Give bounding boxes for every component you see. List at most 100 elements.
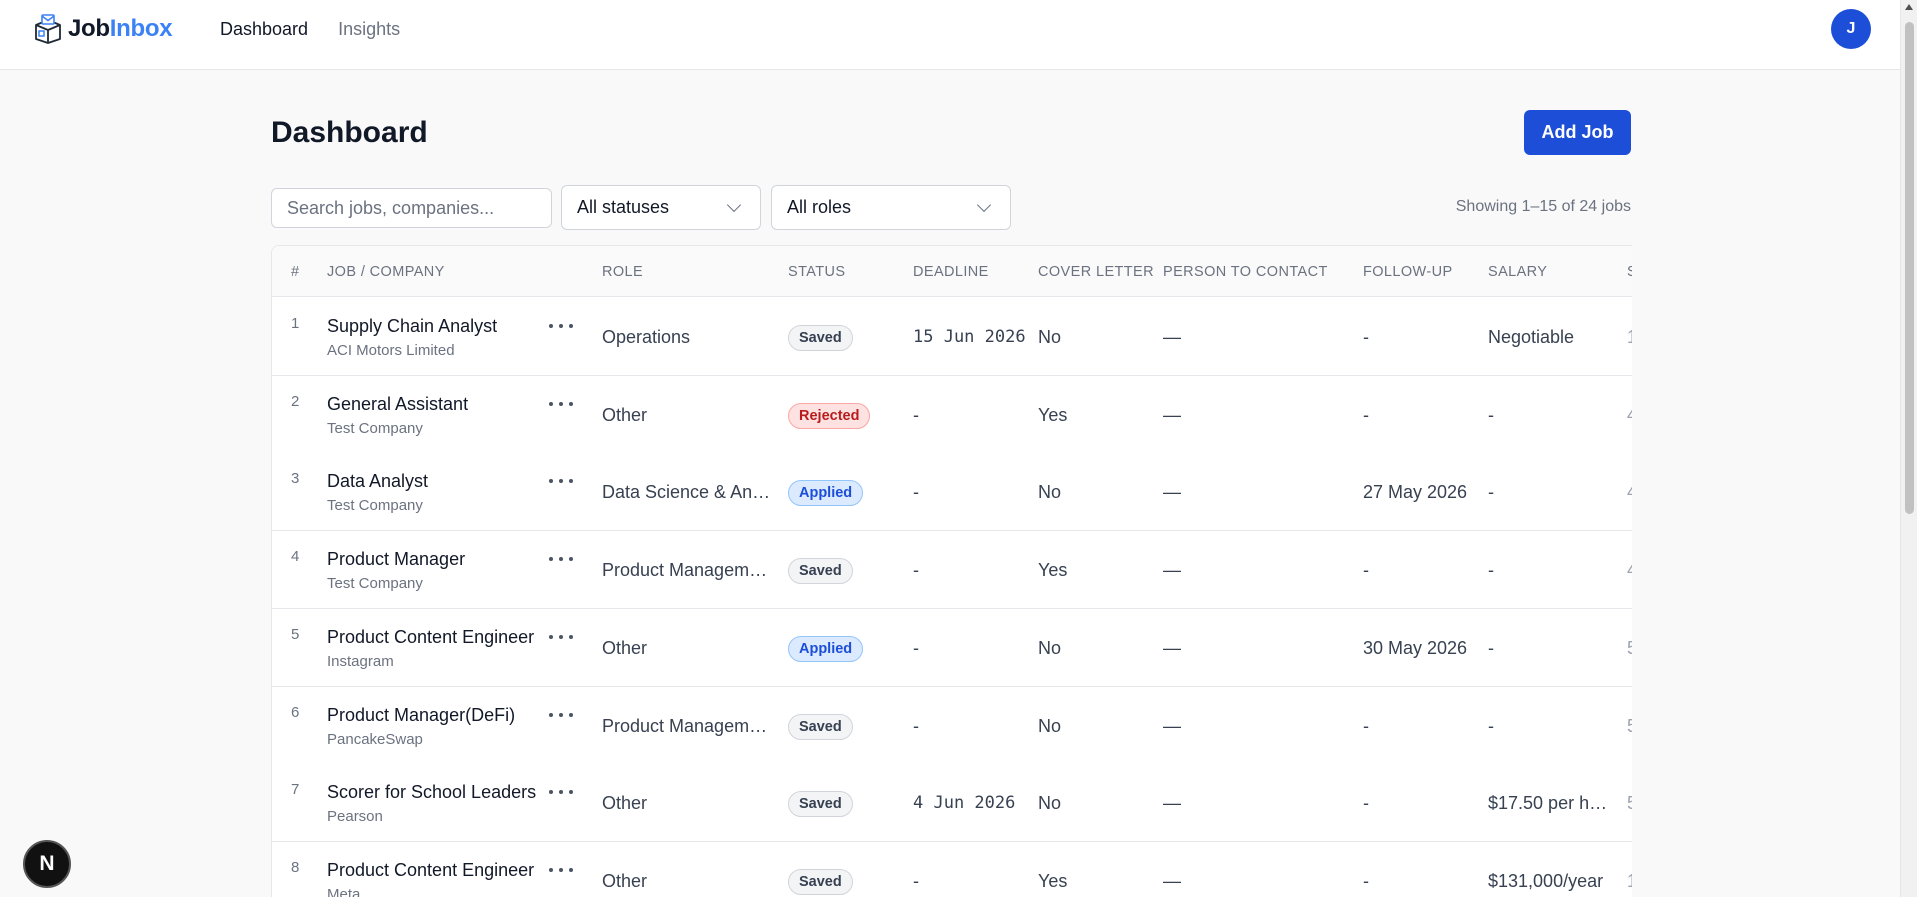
dev-tools-badge[interactable]: N: [23, 840, 71, 888]
cut-off-cell: 4: [1627, 482, 1632, 503]
col-header-number: #: [291, 264, 300, 280]
job-title-link[interactable]: General Assistant: [327, 394, 542, 415]
row-number: 3: [291, 470, 300, 488]
table-row[interactable]: 6 Product Manager(DeFi) PancakeSwap Product…: [272, 686, 1632, 765]
job-title-link[interactable]: Data Analyst: [327, 471, 542, 492]
more-horizontal-icon[interactable]: [549, 474, 573, 488]
table-header: # JOB / COMPANY ROLE STATUS DEADLINE COV…: [272, 246, 1632, 297]
contact-cell: —: [1163, 404, 1181, 425]
table-row[interactable]: 7 Scorer for School Leaders Pearson Other Sa…: [272, 764, 1632, 843]
deadline-cell: -: [913, 870, 919, 891]
row-number: 2: [291, 392, 300, 410]
more-horizontal-icon[interactable]: [549, 397, 573, 411]
salary-cell: -: [1488, 637, 1494, 658]
status-badge[interactable]: Rejected: [788, 402, 871, 429]
status-badge[interactable]: Saved: [788, 791, 853, 818]
col-header-role[interactable]: ROLE: [602, 264, 643, 280]
status-cell: Saved: [788, 791, 853, 818]
status-badge[interactable]: Saved: [788, 558, 853, 585]
contact-cell: —: [1163, 793, 1181, 814]
row-number: 4: [291, 548, 300, 566]
deadline-cell: -: [913, 404, 919, 425]
col-header-cover-letter[interactable]: COVER LETTER: [1038, 264, 1154, 280]
row-number: 8: [291, 858, 300, 876]
more-horizontal-icon[interactable]: [549, 863, 573, 877]
table-row[interactable]: 2 General Assistant Test Company Other Rejec…: [272, 375, 1632, 454]
cover-letter-cell: No: [1038, 327, 1062, 347]
app-logo[interactable]: JobInbox: [32, 13, 173, 45]
table-row[interactable]: 5 Product Content Engineer Instagram Other A…: [272, 608, 1632, 687]
user-avatar[interactable]: J: [1831, 9, 1871, 49]
status-cell: Saved: [788, 713, 853, 740]
deadline-cell: -: [913, 482, 919, 503]
company-name: PancakeSwap: [327, 730, 423, 748]
search-input[interactable]: [271, 188, 552, 228]
role-cell: Other: [602, 793, 648, 814]
status-badge[interactable]: Applied: [788, 635, 864, 662]
col-header-follow-up[interactable]: FOLLOW-UP: [1363, 264, 1453, 280]
table-row[interactable]: 1 Supply Chain Analyst ACI Motors Limited O…: [272, 298, 1632, 376]
company-name: Meta: [327, 885, 361, 897]
status-filter-select[interactable]: All statuses: [561, 185, 761, 230]
company-name: Test Company: [327, 419, 423, 437]
nav-dashboard[interactable]: Dashboard: [220, 19, 308, 40]
role-filter-select[interactable]: All roles: [771, 185, 1011, 230]
cover-letter-cell: No: [1038, 482, 1062, 503]
status-cell: Saved: [788, 558, 853, 585]
scroll-up-arrow-icon[interactable]: [1905, 4, 1913, 10]
nav-insights[interactable]: Insights: [338, 19, 400, 40]
company-name: ACI Motors Limited: [327, 342, 455, 359]
page-scrollbar[interactable]: [1900, 0, 1917, 897]
job-title-link[interactable]: Product Content Engineer: [327, 627, 542, 648]
cut-off-cell: 5: [1627, 793, 1632, 814]
status-badge[interactable]: Applied: [788, 480, 864, 507]
role-cell: Other: [602, 870, 648, 891]
more-horizontal-icon[interactable]: [549, 630, 573, 644]
follow-up-cell: -: [1363, 870, 1369, 891]
logo-text: JobInbox: [68, 15, 173, 42]
salary-cell: Negotiable: [1488, 327, 1575, 347]
more-horizontal-icon[interactable]: [549, 708, 573, 722]
col-header-person-to-contact[interactable]: PERSON TO CONTACT: [1163, 264, 1328, 280]
role-cell: Other: [602, 404, 648, 425]
status-badge[interactable]: Saved: [788, 713, 853, 740]
cover-letter-cell: No: [1038, 637, 1062, 658]
more-horizontal-icon[interactable]: [549, 785, 573, 799]
contact-cell: —: [1163, 560, 1181, 581]
col-header-status[interactable]: STATUS: [788, 264, 845, 280]
table-row[interactable]: 4 Product Manager Test Company Product Mana…: [272, 531, 1632, 610]
box-mail-icon: [35, 14, 61, 44]
cut-off-cell: 4: [1627, 560, 1632, 581]
salary-cell: -: [1488, 560, 1494, 581]
follow-up-cell: -: [1363, 793, 1369, 814]
more-horizontal-icon[interactable]: [549, 319, 573, 333]
job-title-link[interactable]: Scorer for School Leaders: [327, 782, 542, 803]
status-badge[interactable]: Saved: [788, 868, 853, 895]
more-horizontal-icon[interactable]: [549, 552, 573, 566]
status-badge[interactable]: Saved: [788, 325, 853, 351]
deadline-cell: 4 Jun 2026: [913, 793, 1016, 814]
job-title-link[interactable]: Product Manager(DeFi): [327, 705, 542, 726]
status-filter-value: All statuses: [577, 197, 670, 217]
job-title-link[interactable]: Supply Chain Analyst: [327, 316, 542, 337]
col-header-salary[interactable]: SALARY: [1488, 264, 1547, 280]
role-cell: Product Management: [602, 560, 774, 581]
status-cell: Saved: [788, 868, 853, 895]
table-row[interactable]: 3 Data Analyst Test Company Data Science & …: [272, 453, 1632, 532]
col-header-deadline[interactable]: DEADLINE: [913, 264, 989, 280]
salary-cell: -: [1488, 482, 1494, 503]
col-header-cut-off[interactable]: S: [1627, 264, 1632, 280]
status-cell: Saved: [788, 325, 853, 351]
company-name: Test Company: [327, 497, 423, 515]
job-title-link[interactable]: Product Manager: [327, 549, 542, 570]
role-cell: Data Science & Analytics: [602, 482, 774, 503]
company-name: Instagram: [327, 652, 394, 670]
add-job-button[interactable]: Add Job: [1524, 110, 1631, 155]
job-title-link[interactable]: Product Content Engineer: [327, 860, 542, 881]
col-header-job-company[interactable]: JOB / COMPANY: [327, 264, 445, 280]
cut-off-cell: 4: [1627, 405, 1632, 426]
cut-off-cell: 5: [1627, 638, 1632, 659]
salary-cell: $17.50 per hour: [1488, 793, 1610, 814]
scrollbar-thumb[interactable]: [1905, 22, 1914, 514]
table-row[interactable]: 8 Product Content Engineer Meta Other Saved -…: [272, 841, 1632, 897]
